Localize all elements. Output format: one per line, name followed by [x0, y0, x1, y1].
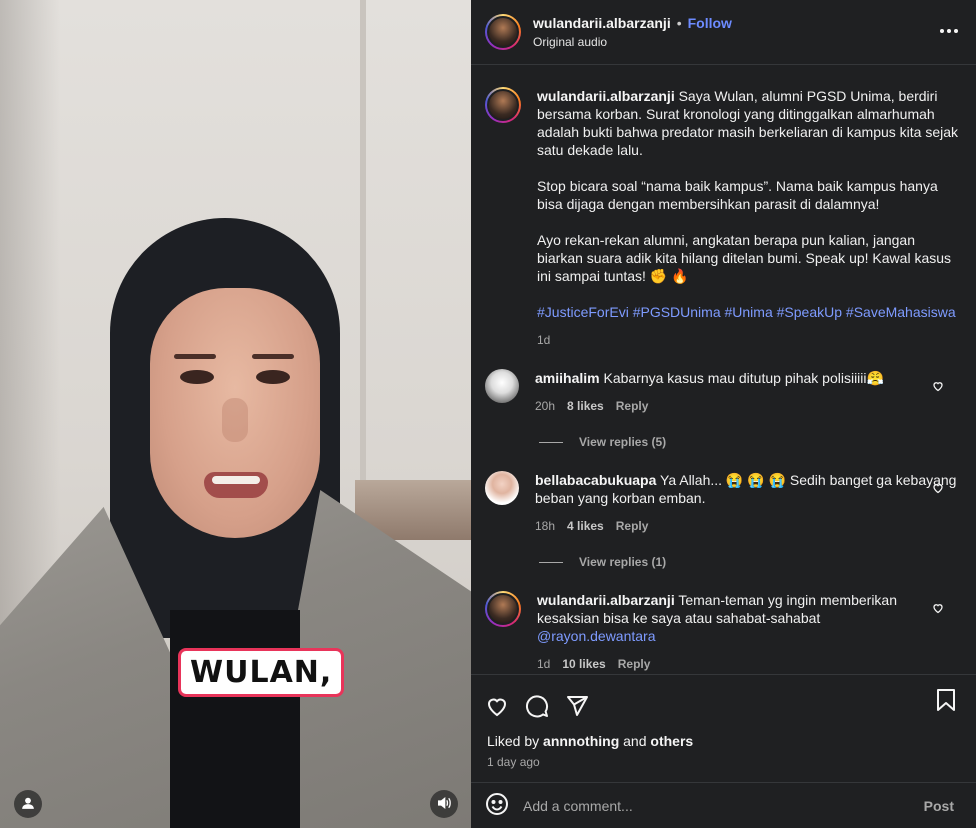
emoji-icon[interactable] [485, 792, 509, 819]
caption-hashtags[interactable]: #JusticeForEvi #PGSDUnima #Unima #SpeakU… [537, 303, 962, 321]
speaker-icon [436, 795, 452, 814]
left-brow [174, 354, 216, 359]
video-player[interactable]: WULAN, [0, 0, 471, 828]
right-brow [252, 354, 294, 359]
comment-input[interactable]: Add a comment... [523, 798, 924, 814]
liked-by-user[interactable]: annnothing [543, 733, 619, 749]
action-icons [471, 675, 976, 727]
caption-username[interactable]: wulandarii.albarzanji [537, 88, 675, 104]
comment-username[interactable]: wulandarii.albarzanji [537, 592, 675, 608]
comments-section: wulandarii.albarzanji Saya Wulan, alumni… [471, 65, 976, 675]
author-username[interactable]: wulandarii.albarzanji [533, 15, 671, 31]
heart-icon[interactable] [932, 481, 944, 497]
follow-button[interactable]: Follow [688, 15, 732, 31]
commenter-avatar[interactable] [485, 369, 519, 403]
post-actions: Liked by annnothing and others 1 day ago [471, 674, 976, 769]
comment-item: wulandarii.albarzanji Teman-teman yg ing… [485, 591, 962, 673]
speaker-shirt [170, 610, 300, 828]
commenter-avatar[interactable] [485, 471, 519, 505]
comment-composer: Add a comment... Post [471, 782, 976, 828]
author-avatar[interactable] [485, 14, 521, 50]
caption-paragraph-3: Ayo rekan-rekan alumni, angkatan berapa … [537, 232, 952, 284]
heart-icon[interactable] [932, 601, 944, 617]
comment-username[interactable]: bellabacabukuapa [535, 472, 656, 488]
comment-item: bellabacabukuapa Ya Allah... 😭 😭 😭 Sedih… [485, 471, 962, 535]
liked-by-others[interactable]: others [650, 733, 693, 749]
comment-likes[interactable]: 8 likes [567, 397, 604, 415]
bookmark-icon[interactable] [936, 688, 956, 715]
comment-text: Kabarnya kasus mau ditutup pihak polisii… [603, 370, 884, 386]
view-replies[interactable]: View replies (5) [539, 435, 962, 449]
comment-mention[interactable]: @rayon.dewantara [537, 627, 962, 645]
right-eye [256, 370, 290, 384]
comment-username[interactable]: amiihalim [535, 370, 600, 386]
user-icon [21, 796, 35, 813]
audio-toggle-button[interactable] [430, 790, 458, 818]
comment-time: 20h [535, 399, 556, 413]
heart-icon[interactable] [485, 694, 509, 721]
reply-button[interactable]: Reply [616, 517, 649, 535]
comment-time: 18h [535, 519, 556, 533]
comment-icon[interactable] [525, 694, 549, 721]
audio-label[interactable]: Original audio [533, 35, 732, 49]
comment-likes[interactable]: 10 likes [562, 655, 605, 673]
nose [222, 398, 248, 442]
teeth [212, 476, 260, 484]
reply-button[interactable]: Reply [618, 655, 651, 673]
mouth [204, 472, 268, 498]
send-icon[interactable] [565, 694, 589, 721]
left-eye [180, 370, 214, 384]
speaker-face [150, 288, 320, 538]
post-date: 1 day ago [487, 755, 540, 769]
view-replies[interactable]: View replies (1) [539, 555, 962, 569]
post-caption: wulandarii.albarzanji Saya Wulan, alumni… [485, 87, 962, 349]
separator-dot: • [676, 15, 682, 31]
instagram-post-viewer: WULAN, wulandarii.albarzanji • Follow Or… [0, 0, 976, 828]
heart-icon[interactable] [932, 379, 944, 395]
post-comment-button[interactable]: Post [924, 798, 954, 814]
comment-likes[interactable]: 4 likes [567, 517, 604, 535]
reply-button[interactable]: Reply [616, 397, 649, 415]
caption-avatar[interactable] [485, 87, 521, 123]
commenter-avatar[interactable] [485, 591, 521, 627]
more-icon[interactable] [940, 20, 958, 36]
door-frame [360, 0, 366, 520]
liked-by: Liked by annnothing and others [487, 733, 694, 749]
tagged-users-button[interactable] [14, 790, 42, 818]
caption-time: 1d [537, 333, 551, 347]
caption-paragraph-2: Stop bicara soal “nama baik kampus”. Nam… [537, 178, 938, 212]
comment-time: 1d [537, 657, 551, 671]
video-caption-overlay: WULAN, [178, 648, 345, 697]
post-details-panel: wulandarii.albarzanji • Follow Original … [471, 0, 976, 828]
post-header: wulandarii.albarzanji • Follow Original … [471, 0, 976, 64]
comment-item: amiihalim Kabarnya kasus mau ditutup pih… [485, 369, 962, 415]
